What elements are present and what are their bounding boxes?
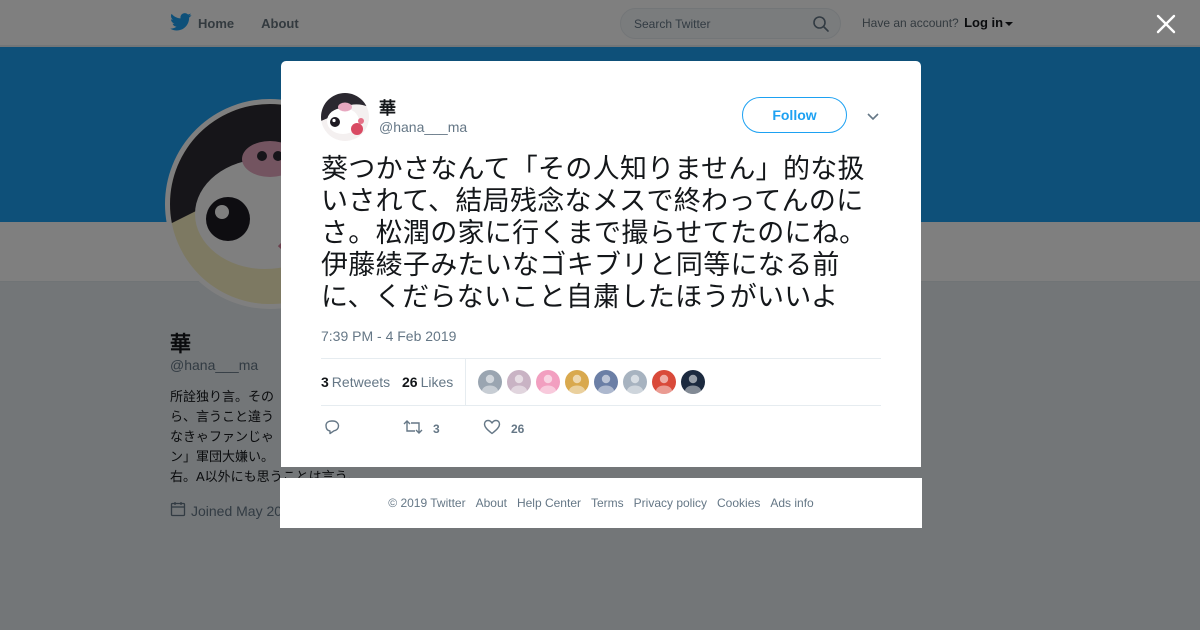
retweets-stat[interactable]: 3 Retweets (321, 374, 390, 390)
stats-divider (465, 359, 466, 406)
like-button[interactable]: 26 (483, 418, 524, 439)
modal-footer: © 2019 Twitter About Help Center Terms Priva… (280, 478, 922, 528)
chevron-down-icon[interactable] (866, 109, 880, 127)
reply-button[interactable] (323, 418, 351, 439)
tweet-stats: 3 Retweets 26 Likes (321, 358, 881, 406)
tweet-author-avatar[interactable] (321, 93, 369, 141)
liker-avatars (478, 370, 710, 394)
footer-link[interactable]: Help Center (517, 496, 581, 510)
footer-link[interactable]: © 2019 Twitter (388, 496, 465, 510)
likes-count: 26 (402, 374, 418, 390)
retweet-button[interactable]: 3 (403, 418, 440, 439)
footer-link[interactable]: Terms (591, 496, 624, 510)
retweets-label: Retweets (331, 374, 391, 390)
liker-avatar[interactable] (652, 370, 676, 394)
retweet-count: 3 (433, 421, 440, 436)
liker-avatar[interactable] (536, 370, 560, 394)
footer-link[interactable]: Cookies (717, 496, 760, 510)
follow-button[interactable]: Follow (742, 97, 847, 133)
liker-avatar[interactable] (623, 370, 647, 394)
footer-link[interactable]: Ads info (770, 496, 813, 510)
liker-avatar[interactable] (478, 370, 502, 394)
tweet-modal: 華 @hana___ma Follow 葵つかさなんて「その人知りません」的な扱… (281, 61, 921, 467)
footer-link[interactable]: About (476, 496, 507, 510)
tweet-text: 葵つかさなんて「その人知りません」的な扱いされて、結局残念なメスで終わってんのに… (321, 154, 867, 312)
footer-link[interactable]: Privacy policy (634, 496, 707, 510)
tweet-timestamp[interactable]: 7:39 PM - 4 Feb 2019 (321, 328, 456, 344)
tweet-author-handle[interactable]: @hana___ma (379, 119, 467, 135)
liker-avatar[interactable] (681, 370, 705, 394)
likes-stat[interactable]: 26 Likes (402, 374, 453, 390)
retweets-count: 3 (321, 374, 329, 390)
heart-icon (483, 418, 511, 439)
liker-avatar[interactable] (594, 370, 618, 394)
tweet-actions: 3 26 (321, 416, 881, 440)
liker-avatar[interactable] (507, 370, 531, 394)
close-icon[interactable] (1153, 11, 1179, 37)
retweet-icon (403, 418, 433, 439)
reply-icon (323, 418, 351, 439)
tweet-author-name[interactable]: 華 (379, 94, 396, 119)
like-count: 26 (511, 421, 525, 436)
likes-label: Likes (420, 374, 454, 390)
liker-avatar[interactable] (565, 370, 589, 394)
